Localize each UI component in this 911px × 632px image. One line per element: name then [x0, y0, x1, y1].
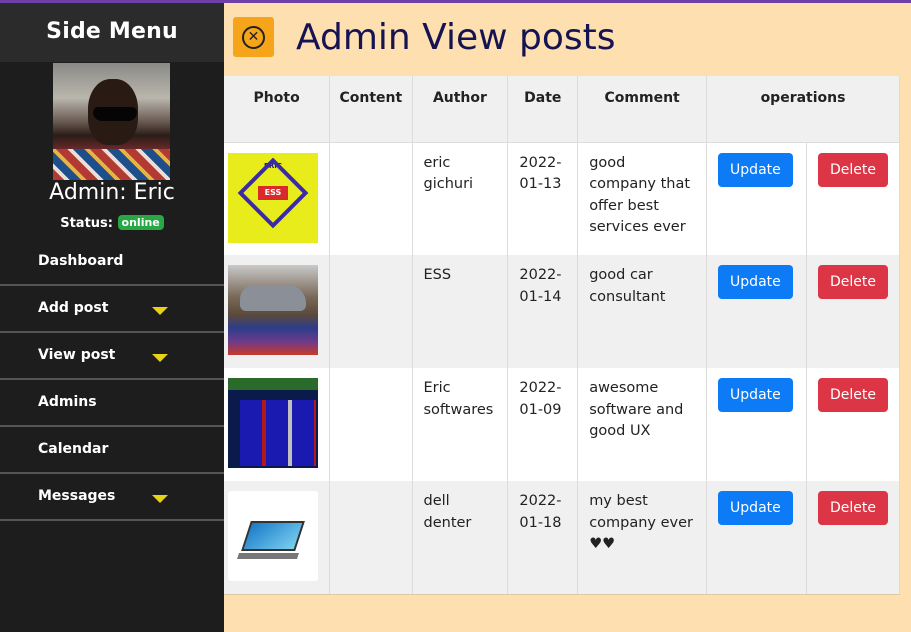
update-cell: Update: [706, 368, 807, 481]
sidebar-item-add-post[interactable]: Add post: [0, 286, 224, 333]
comment-cell: awesome software and good UX: [577, 368, 708, 481]
comment-cell: good company that offer best services ev…: [577, 142, 708, 255]
column-header-operations: operations: [706, 76, 900, 143]
sidebar-item-label: Dashboard: [38, 253, 124, 269]
delete-button[interactable]: Delete: [817, 491, 888, 525]
author-cell: dell denter: [412, 481, 509, 594]
update-button[interactable]: Update: [718, 491, 793, 525]
date-cell: 2022-01-09: [507, 368, 579, 481]
logo-badge: ESS: [258, 185, 288, 200]
caret-down-icon: [152, 495, 168, 503]
table-header-row: Photo Content Author Date Comment operat…: [224, 76, 900, 143]
avatar: [53, 63, 170, 180]
author-cell: Eric softwares: [412, 368, 509, 481]
date-cell: 2022-01-14: [507, 255, 579, 368]
delete-cell: Delete: [806, 481, 901, 594]
admin-name: Admin: Eric: [49, 180, 175, 205]
delete-button[interactable]: Delete: [817, 152, 888, 187]
content-cell: [329, 142, 413, 255]
date-cell: 2022-01-18: [507, 481, 579, 594]
post-photo: [228, 491, 318, 581]
date-cell: 2022-01-13: [507, 142, 579, 255]
delete-button[interactable]: Delete: [817, 378, 888, 412]
table-row: ESS 2022-01-14 good car consultant Updat…: [224, 255, 901, 368]
sidebar-item-label: View post: [38, 347, 116, 363]
sidebar-item-calendar[interactable]: Calendar: [0, 427, 224, 474]
comment-cell: my best company ever ♥♥: [577, 481, 708, 594]
sidebar-item-dashboard[interactable]: Dashboard: [0, 239, 224, 286]
status-label: Status:: [60, 216, 113, 231]
table-row: Eric softwares 2022-01-09 awesome softwa…: [224, 368, 901, 481]
column-header-author: Author: [412, 76, 509, 143]
delete-cell: Delete: [806, 142, 901, 255]
post-photo: [228, 378, 318, 468]
author-cell: ESS: [412, 255, 509, 368]
close-button[interactable]: ✕: [233, 17, 274, 57]
photo-cell: [224, 481, 331, 594]
table-bottom-edge: [224, 594, 900, 595]
avatar-shirt: [53, 149, 170, 180]
delete-cell: Delete: [806, 368, 901, 481]
sidebar-item-label: Calendar: [38, 441, 109, 457]
update-cell: Update: [706, 142, 807, 255]
content-cell: [329, 255, 413, 368]
column-header-date: Date: [507, 76, 579, 143]
screenshot-grid: [240, 400, 316, 466]
update-button[interactable]: Update: [718, 265, 793, 299]
sidebar-item-messages[interactable]: Messages: [0, 474, 224, 521]
table-row: dell denter 2022-01-18 my best company e…: [224, 481, 901, 594]
delete-cell: Delete: [806, 255, 901, 368]
caret-down-icon: [152, 354, 168, 362]
avatar-sunglasses: [93, 107, 137, 121]
post-photo: [228, 265, 318, 355]
table-row: ERIC ESS eric gichuri 2022-01-13 good co…: [224, 142, 901, 255]
status-row: Status: online: [0, 215, 224, 231]
sidebar-item-label: Messages: [38, 488, 116, 504]
caret-down-icon: [152, 307, 168, 315]
update-cell: Update: [706, 255, 807, 368]
sidebar-item-label: Add post: [38, 300, 109, 316]
posts-table: Photo Content Author Date Comment operat…: [224, 76, 901, 594]
content-cell: [329, 481, 413, 594]
sidebar: Side Menu Admin: Eric Status: online Das…: [0, 3, 224, 632]
status-badge: online: [117, 215, 164, 230]
screenshot-titlebar: [228, 378, 318, 390]
car-shape: [240, 285, 306, 311]
laptop-screen: [241, 521, 305, 551]
author-cell: eric gichuri: [412, 142, 509, 255]
update-button[interactable]: Update: [718, 378, 793, 412]
photo-cell: [224, 255, 331, 368]
update-button[interactable]: Update: [718, 152, 793, 187]
sidebar-item-admins[interactable]: Admins: [0, 380, 224, 427]
column-header-comment: Comment: [577, 76, 708, 143]
post-photo: ERIC ESS: [228, 152, 318, 243]
content-cell: [329, 368, 413, 481]
update-cell: Update: [706, 481, 807, 594]
sidebar-item-view-post[interactable]: View post: [0, 333, 224, 380]
delete-button[interactable]: Delete: [817, 265, 888, 299]
photo-cell: ERIC ESS: [224, 142, 331, 255]
column-header-content: Content: [329, 76, 413, 143]
page-title: Admin View posts: [296, 17, 616, 58]
laptop-base: [237, 553, 299, 559]
sidebar-item-label: Admins: [38, 394, 97, 410]
column-header-photo: Photo: [224, 76, 331, 143]
sidebar-menu: Dashboard Add post View post Admins Cale…: [0, 239, 224, 521]
circle-x-icon: ✕: [242, 26, 265, 49]
comment-cell: good car consultant: [577, 255, 708, 368]
photo-cell: [224, 368, 331, 481]
sidebar-title: Side Menu: [0, 3, 224, 62]
